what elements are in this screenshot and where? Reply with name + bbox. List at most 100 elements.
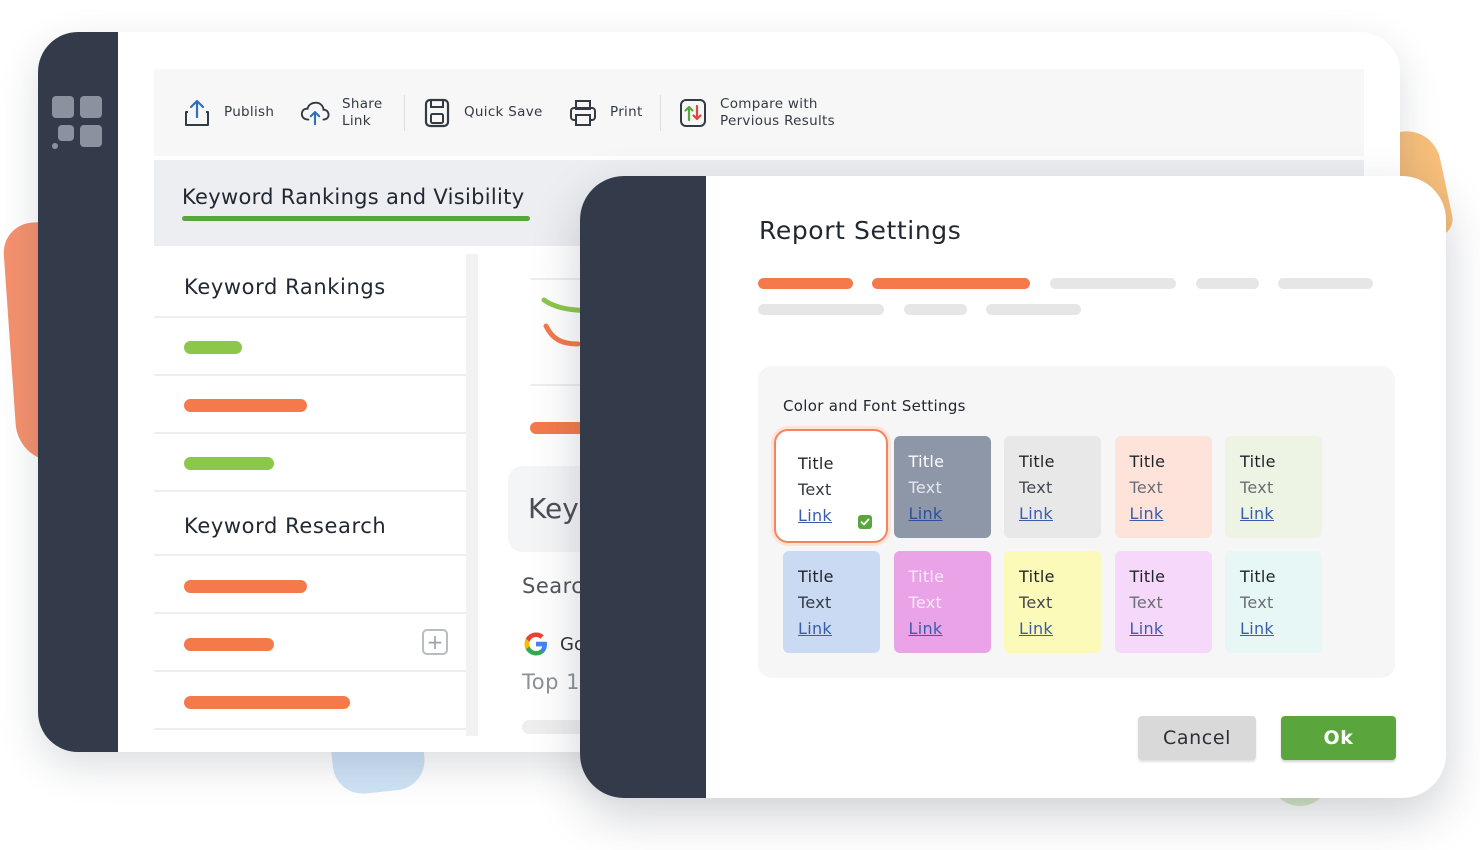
swatch-text: Text bbox=[798, 593, 832, 612]
share-link-label: Share Link bbox=[342, 95, 383, 129]
swatch-text: Text bbox=[1240, 593, 1274, 612]
step-indicator bbox=[1196, 278, 1259, 289]
cancel-button[interactable]: Cancel bbox=[1138, 716, 1256, 760]
divider bbox=[154, 374, 466, 376]
divider bbox=[154, 490, 466, 492]
color-swatch[interactable]: Title Text Link bbox=[783, 551, 880, 653]
list-item[interactable] bbox=[184, 341, 242, 354]
color-swatch[interactable]: Title Text Link bbox=[1225, 551, 1322, 653]
sidebar-list: Keyword Rankings Keyword Research + bbox=[154, 254, 466, 744]
divider bbox=[154, 728, 466, 730]
color-swatch[interactable]: Title Text Link bbox=[1004, 436, 1101, 538]
list-item[interactable] bbox=[184, 696, 350, 709]
swatch-link: Link bbox=[1240, 504, 1274, 523]
swatch-link: Link bbox=[1240, 619, 1274, 638]
divider bbox=[154, 670, 466, 672]
swatch-link: Link bbox=[1129, 504, 1164, 523]
active-tab-indicator bbox=[182, 216, 530, 221]
dialog-title: Report Settings bbox=[759, 216, 962, 245]
swatch-link: Link bbox=[908, 619, 943, 638]
keyword-rankings-heading: Keyword Rankings bbox=[184, 275, 386, 299]
color-swatch[interactable]: Title Text Link bbox=[893, 551, 991, 653]
color-font-settings-label: Color and Font Settings bbox=[783, 397, 966, 415]
quick-save-button[interactable]: Quick Save bbox=[422, 69, 543, 156]
swatch-title: Title bbox=[798, 567, 834, 586]
compare-results-label: Compare with Pervious Results bbox=[720, 95, 835, 129]
ok-button[interactable]: Ok bbox=[1281, 716, 1396, 760]
keyword-research-heading: Keyword Research bbox=[184, 514, 387, 538]
swatch-title: Title bbox=[908, 567, 945, 586]
print-button[interactable]: Print bbox=[568, 69, 643, 156]
compare-icon bbox=[678, 98, 708, 128]
color-swatch[interactable]: Title Text Link bbox=[1114, 551, 1212, 653]
step-indicator bbox=[904, 304, 967, 315]
list-item[interactable] bbox=[184, 638, 274, 651]
selected-check-icon bbox=[858, 515, 872, 529]
swatch-title: Title bbox=[908, 452, 945, 471]
quick-save-label: Quick Save bbox=[464, 104, 543, 120]
swatch-title: Title bbox=[1240, 452, 1276, 471]
swatch-link: Link bbox=[1019, 504, 1053, 523]
publish-button[interactable]: Publish bbox=[182, 69, 274, 156]
swatch-link: Link bbox=[1129, 619, 1164, 638]
divider bbox=[154, 612, 466, 614]
add-item-button[interactable]: + bbox=[422, 629, 448, 655]
step-indicator bbox=[872, 278, 1030, 289]
color-swatch[interactable]: Title Text Link bbox=[1225, 436, 1322, 538]
print-icon bbox=[568, 98, 598, 128]
swatch-text: Text bbox=[1129, 593, 1164, 612]
report-settings-dialog: Report Settings Color and Font Settings … bbox=[580, 176, 1446, 798]
share-link-button[interactable]: Share Link bbox=[300, 69, 382, 156]
swatch-title: Title bbox=[1019, 567, 1055, 586]
toolbar-divider bbox=[660, 95, 661, 131]
step-indicator bbox=[1050, 278, 1176, 289]
toolbar-divider bbox=[404, 95, 405, 131]
divider bbox=[154, 554, 466, 556]
swatch-title: Title bbox=[1129, 452, 1166, 471]
swatch-text: Text bbox=[1019, 593, 1053, 612]
swatch-text: Text bbox=[908, 593, 943, 612]
list-item[interactable] bbox=[184, 399, 307, 412]
publish-label: Publish bbox=[224, 104, 275, 120]
swatch-title: Title bbox=[1240, 567, 1276, 586]
card-title: Key bbox=[528, 492, 579, 525]
swatch-link: Link bbox=[908, 504, 943, 523]
step-indicator bbox=[1278, 278, 1373, 289]
swatch-link: Link bbox=[798, 506, 832, 525]
color-font-settings-panel: Color and Font Settings Title Text Link Tit… bbox=[758, 366, 1395, 678]
plus-icon: + bbox=[426, 630, 444, 654]
swatch-text: Text bbox=[1129, 478, 1164, 497]
search-label: Searc bbox=[522, 574, 584, 598]
save-icon bbox=[422, 98, 452, 128]
swatch-title: Title bbox=[1019, 452, 1055, 471]
swatch-text: Text bbox=[1240, 478, 1274, 497]
swatch-text: Text bbox=[908, 478, 943, 497]
swatch-link: Link bbox=[1019, 619, 1053, 638]
divider bbox=[154, 432, 466, 434]
swatch-title: Title bbox=[1129, 567, 1166, 586]
color-swatch[interactable]: Title Text Link bbox=[1004, 551, 1101, 653]
stage: Publish Share Link Quick Save Print Comp… bbox=[0, 0, 1480, 850]
list-item[interactable] bbox=[184, 580, 307, 593]
dialog-left-rail bbox=[580, 176, 706, 798]
left-rail bbox=[38, 32, 118, 752]
color-swatch[interactable]: Title Text Link bbox=[893, 436, 991, 538]
scrollbar[interactable] bbox=[466, 254, 478, 736]
toolbar: Publish Share Link Quick Save Print Comp… bbox=[154, 69, 1364, 156]
upload-icon bbox=[182, 98, 212, 128]
app-logo-icon[interactable] bbox=[52, 96, 104, 150]
list-item[interactable] bbox=[184, 457, 274, 470]
swatch-title: Title bbox=[798, 454, 834, 473]
divider bbox=[154, 316, 466, 318]
tab-title: Keyword Rankings and Visibility bbox=[182, 185, 525, 209]
color-swatch[interactable]: Title Text Link bbox=[774, 429, 888, 543]
step-indicator bbox=[758, 304, 884, 315]
swatch-text: Text bbox=[798, 480, 832, 499]
compare-results-button[interactable]: Compare with Pervious Results bbox=[678, 69, 835, 156]
step-indicator bbox=[986, 304, 1081, 315]
cloud-upload-icon bbox=[300, 98, 330, 128]
color-swatch[interactable]: Title Text Link bbox=[1114, 436, 1212, 538]
google-icon bbox=[522, 630, 550, 662]
swatch-text: Text bbox=[1019, 478, 1053, 497]
print-label: Print bbox=[610, 104, 643, 120]
